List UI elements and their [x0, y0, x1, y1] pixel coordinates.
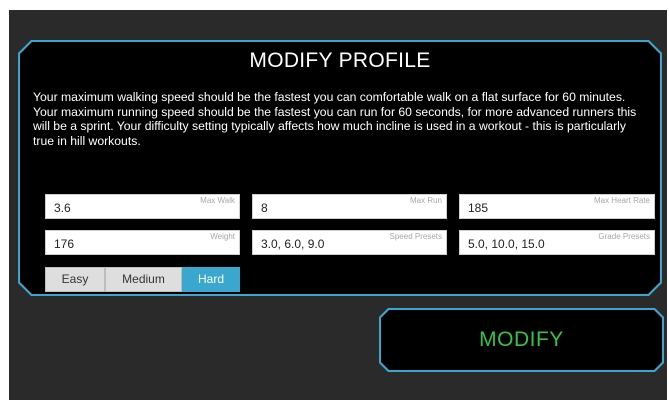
modify-profile-dialog: MODIFY PROFILE Your maximum walking spee… — [18, 40, 662, 296]
difficulty-medium-button[interactable]: Medium — [105, 267, 182, 292]
speed-presets-field[interactable]: 3.0, 6.0, 9.0 Speed Presets — [252, 230, 447, 255]
difficulty-easy-button[interactable]: Easy — [45, 267, 105, 292]
max-heart-rate-label: Max Heart Rate — [593, 196, 650, 205]
weight-value: 176 — [54, 237, 75, 251]
weight-field[interactable]: 176 Weight — [45, 230, 240, 255]
grade-presets-value: 5.0, 10.0, 15.0 — [468, 237, 545, 251]
screen-background: MODIFY PROFILE Your maximum walking spee… — [9, 10, 667, 400]
dialog-description: Your maximum walking speed should be the… — [33, 90, 637, 148]
grade-presets-label: Grade Presets — [598, 232, 650, 241]
modify-button-label: MODIFY — [381, 310, 662, 370]
difficulty-hard-button[interactable]: Hard — [182, 267, 240, 292]
max-run-field[interactable]: 8 Max Run — [252, 194, 447, 219]
max-walk-field[interactable]: 3.6 Max Walk — [45, 194, 240, 219]
max-walk-value: 3.6 — [54, 201, 71, 215]
modify-button[interactable]: MODIFY — [379, 308, 664, 372]
max-walk-label: Max Walk — [200, 196, 235, 205]
max-heart-rate-value: 185 — [468, 201, 489, 215]
speed-presets-label: Speed Presets — [389, 232, 442, 241]
max-run-value: 8 — [261, 201, 268, 215]
grade-presets-field[interactable]: 5.0, 10.0, 15.0 Grade Presets — [459, 230, 655, 255]
max-run-label: Max Run — [409, 196, 442, 205]
weight-label: Weight — [210, 232, 235, 241]
speed-presets-value: 3.0, 6.0, 9.0 — [261, 237, 325, 251]
dialog-body: MODIFY PROFILE Your maximum walking spee… — [20, 42, 660, 294]
dialog-title: MODIFY PROFILE — [249, 49, 431, 72]
max-heart-rate-field[interactable]: 185 Max Heart Rate — [459, 194, 655, 219]
